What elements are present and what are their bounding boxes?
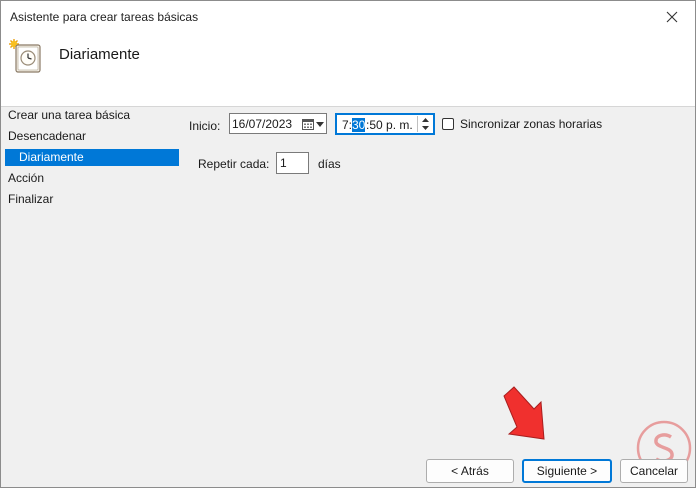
step-desencadenar: Desencadenar — [8, 129, 87, 143]
step-crear-tarea: Crear una tarea básica — [8, 108, 131, 122]
repeat-label: Repetir cada: — [198, 157, 270, 171]
time-rest: :50 p. m. — [366, 118, 413, 132]
step-diariamente: Diariamente — [5, 149, 179, 166]
spin-down-icon[interactable] — [418, 124, 432, 132]
sync-timezones-label[interactable]: Sincronizar zonas horarias — [460, 117, 602, 131]
calendar-icon[interactable] — [302, 118, 314, 130]
step-finalizar: Finalizar — [8, 192, 54, 206]
wizard-header: Diariamente — [1, 33, 695, 107]
spin-up-icon[interactable] — [418, 116, 432, 124]
start-date-picker[interactable]: 16/07/2023 — [229, 113, 327, 134]
annotation-arrow-icon — [503, 386, 545, 440]
time-minutes-selected[interactable]: 30 — [352, 118, 366, 132]
window-title: Asistente para crear tareas básicas — [10, 10, 199, 24]
wizard-window: Asistente para crear tareas básicas Diar… — [0, 0, 696, 488]
repeat-days-value: 1 — [280, 156, 287, 170]
step-accion: Acción — [8, 171, 45, 185]
chevron-down-icon[interactable] — [316, 122, 324, 127]
start-time-input[interactable]: 7: 30 :50 p. m. — [335, 113, 435, 135]
next-button[interactable]: Siguiente > — [522, 459, 612, 483]
title-bar: Asistente para crear tareas básicas — [1, 1, 695, 33]
start-label: Inicio: — [189, 119, 221, 133]
clock-sun-icon — [9, 39, 41, 73]
time-spinner[interactable] — [417, 116, 432, 132]
back-button[interactable]: < Atrás — [426, 459, 514, 483]
start-date-value: 16/07/2023 — [232, 117, 293, 131]
close-icon — [666, 11, 678, 23]
repeat-unit: días — [318, 157, 341, 171]
cancel-button[interactable]: Cancelar — [620, 459, 688, 483]
sync-timezones-checkbox[interactable] — [442, 118, 454, 130]
repeat-days-input[interactable]: 1 — [276, 152, 309, 174]
page-title: Diariamente — [59, 46, 140, 63]
close-button[interactable] — [649, 1, 695, 33]
time-hour: 7: — [342, 118, 353, 132]
